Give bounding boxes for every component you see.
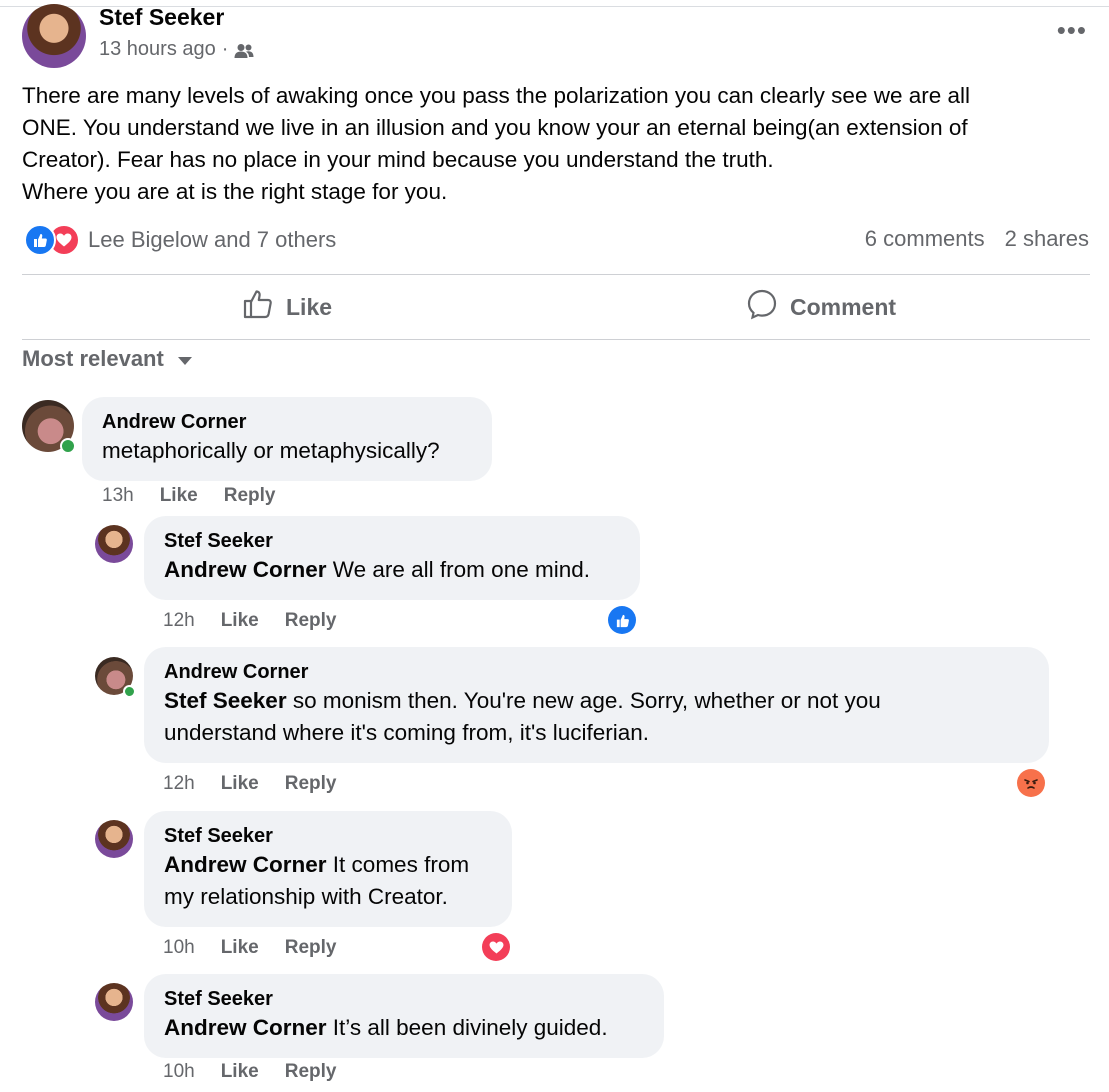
comment-author[interactable]: Stef Seeker bbox=[164, 823, 492, 849]
comment-text: Stef Seeker so monism then. You're new a… bbox=[164, 685, 1029, 717]
post-time[interactable]: 13 hours ago bbox=[99, 38, 216, 61]
comment-author[interactable]: Stef Seeker bbox=[164, 986, 644, 1012]
friends-audience-icon[interactable] bbox=[234, 42, 254, 58]
comment-actions: 12h Like Reply bbox=[163, 773, 336, 795]
comment-time[interactable]: 12h bbox=[163, 610, 195, 632]
mention-tag[interactable]: Andrew Corner bbox=[164, 852, 327, 877]
post-meta: 13 hours ago · bbox=[99, 38, 254, 61]
post-body-line: There are many levels of awaking once yo… bbox=[22, 83, 971, 108]
comment-bubble: Andrew Corner Stef Seeker so monism then… bbox=[144, 647, 1049, 763]
comment-time[interactable]: 10h bbox=[163, 1061, 195, 1083]
online-status-dot bbox=[60, 438, 76, 454]
comment-time[interactable]: 13h bbox=[102, 485, 134, 507]
comment-actions: 10h Like Reply bbox=[163, 937, 336, 959]
meta-separator: · bbox=[221, 38, 229, 60]
engagement-counts: 6 comments 2 shares bbox=[865, 226, 1089, 252]
comment-like-button[interactable]: Like bbox=[221, 1061, 259, 1083]
comment-text-line: understand where it's coming from, it's … bbox=[164, 720, 650, 745]
comment-text: Andrew Corner We are all from one mind. bbox=[164, 554, 620, 586]
shares-count[interactable]: 2 shares bbox=[1005, 226, 1089, 252]
comment-text-body: It comes from bbox=[332, 852, 470, 877]
like-reaction-icon[interactable] bbox=[608, 606, 636, 634]
comment-author[interactable]: Stef Seeker bbox=[164, 528, 620, 554]
comment-text-body: We are all from one mind. bbox=[332, 557, 590, 582]
post-body-line: ONE. You understand we live in an illusi… bbox=[22, 115, 968, 140]
comment-text-line: my relationship with Creator. bbox=[164, 884, 448, 909]
comment-text: Andrew Corner It’s all been divinely gui… bbox=[164, 1012, 644, 1044]
like-button[interactable]: Like bbox=[242, 286, 332, 328]
avatar[interactable] bbox=[95, 820, 133, 858]
comment-text: metaphorically or metaphysically? bbox=[102, 438, 440, 463]
comment-reply-button[interactable]: Reply bbox=[224, 485, 276, 507]
comment-time[interactable]: 10h bbox=[163, 937, 195, 959]
comment-actions: 12h Like Reply bbox=[163, 610, 336, 632]
more-options-icon[interactable]: ••• bbox=[1057, 17, 1087, 43]
like-button-label: Like bbox=[286, 293, 333, 320]
thumbs-up-icon bbox=[242, 288, 274, 326]
post-body-line: Where you are at is the right stage for … bbox=[22, 179, 448, 204]
comment-text-body: It’s all been divinely guided. bbox=[332, 1015, 608, 1040]
comment-bubble-icon bbox=[746, 288, 778, 326]
comment-bubble: Andrew Corner metaphorically or metaphys… bbox=[82, 397, 492, 481]
post-body: There are many levels of awaking once yo… bbox=[22, 80, 1082, 208]
sort-label: Most relevant bbox=[22, 346, 164, 371]
comment-text-body: so monism then. You're new age. Sorry, w… bbox=[292, 688, 881, 713]
comment-author[interactable]: Andrew Corner bbox=[164, 659, 1029, 685]
post-author-avatar[interactable] bbox=[22, 4, 86, 68]
mention-tag[interactable]: Andrew Corner bbox=[164, 1015, 327, 1040]
post-author-name[interactable]: Stef Seeker bbox=[99, 4, 224, 31]
comment-reply-button[interactable]: Reply bbox=[285, 1061, 337, 1083]
comment-author[interactable]: Andrew Corner bbox=[102, 409, 472, 435]
comment-like-button[interactable]: Like bbox=[160, 485, 198, 507]
post-body-line: Creator). Fear has no place in your mind… bbox=[22, 147, 774, 172]
divider bbox=[22, 339, 1090, 340]
love-reaction-icon[interactable] bbox=[482, 933, 510, 961]
divider bbox=[22, 274, 1090, 275]
comment-like-button[interactable]: Like bbox=[221, 773, 259, 795]
mention-tag[interactable]: Andrew Corner bbox=[164, 557, 327, 582]
comment-actions: 13h Like Reply bbox=[102, 485, 275, 507]
avatar[interactable] bbox=[95, 525, 133, 563]
avatar[interactable] bbox=[22, 400, 76, 454]
comment-like-button[interactable]: Like bbox=[221, 610, 259, 632]
online-status-dot bbox=[123, 685, 136, 698]
comment-text: Andrew Corner It comes from bbox=[164, 849, 492, 881]
comment-reply-button[interactable]: Reply bbox=[285, 937, 337, 959]
caret-down-icon bbox=[177, 356, 192, 365]
comment-button-label: Comment bbox=[790, 293, 897, 320]
reactions-summary[interactable]: Lee Bigelow and 7 others bbox=[24, 224, 336, 256]
comment-sort-dropdown[interactable]: Most relevant bbox=[22, 346, 192, 372]
comment-time[interactable]: 12h bbox=[163, 773, 195, 795]
comment-bubble: Stef Seeker Andrew Corner We are all fro… bbox=[144, 516, 640, 600]
comment-reply-button[interactable]: Reply bbox=[285, 773, 337, 795]
avatar[interactable] bbox=[95, 657, 136, 698]
comment-bubble: Stef Seeker Andrew Corner It comes from … bbox=[144, 811, 512, 927]
comments-count[interactable]: 6 comments bbox=[865, 226, 985, 252]
mention-tag[interactable]: Stef Seeker bbox=[164, 688, 287, 713]
avatar[interactable] bbox=[95, 983, 133, 1021]
angry-reaction-icon[interactable] bbox=[1017, 769, 1045, 797]
reactions-text[interactable]: Lee Bigelow and 7 others bbox=[88, 227, 336, 253]
comment-bubble: Stef Seeker Andrew Corner It’s all been … bbox=[144, 974, 664, 1058]
comment-like-button[interactable]: Like bbox=[221, 937, 259, 959]
comment-button[interactable]: Comment bbox=[746, 286, 896, 328]
like-reaction-icon bbox=[24, 224, 56, 256]
comment-actions: 10h Like Reply bbox=[163, 1061, 336, 1083]
comment-reply-button[interactable]: Reply bbox=[285, 610, 337, 632]
